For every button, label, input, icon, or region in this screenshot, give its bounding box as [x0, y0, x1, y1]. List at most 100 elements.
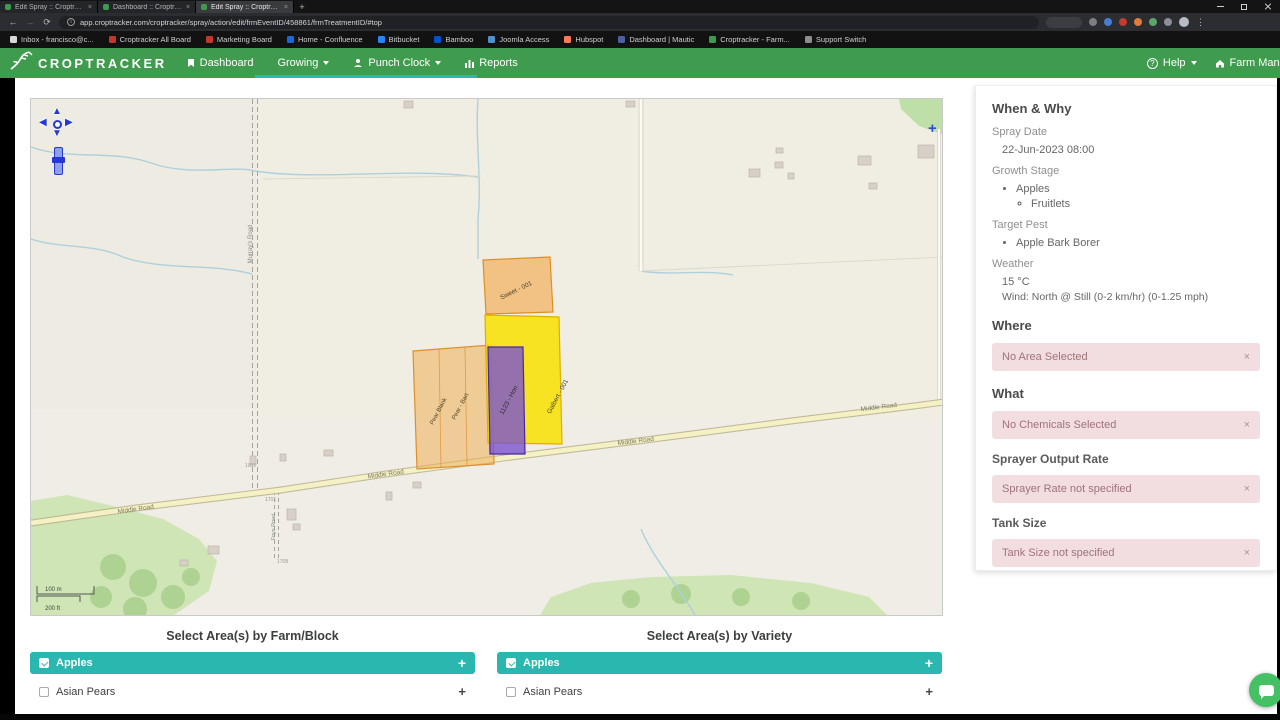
expand-icon[interactable]: + — [925, 684, 933, 699]
svg-text:1701: 1701 — [265, 497, 276, 503]
bookmark-item[interactable]: Croptracker All Board — [108, 35, 191, 44]
tab-close-icon[interactable]: × — [88, 4, 92, 11]
expand-icon[interactable]: + — [925, 655, 933, 671]
alert-text: Sprayer Rate not specified — [1002, 483, 1132, 495]
nav-farm-management[interactable]: Farm Manage — [1215, 57, 1280, 69]
expand-icon[interactable]: + — [458, 684, 466, 699]
window-maximize-button[interactable] — [1232, 0, 1256, 13]
variety-apples-group[interactable]: Apples + — [497, 652, 942, 674]
svg-text:Foys Road: Foys Road — [271, 514, 277, 541]
bookmark-favicon-icon — [564, 36, 572, 43]
bookmark-item[interactable]: Marketing Board — [205, 35, 272, 44]
browser-tab-2[interactable]: Dashboard :: Croptracker × — [98, 1, 196, 13]
extension-icon[interactable] — [1089, 18, 1097, 26]
header-right: ? Help Farm Manage — [1146, 48, 1280, 78]
svg-text:1901: 1901 — [245, 463, 256, 469]
alert-close-icon[interactable]: × — [1244, 351, 1250, 363]
brand-name: CROPTRACKER — [38, 55, 167, 71]
wind-value: Wind: North @ Still (0-2 km/hr) (0-1.25 … — [1002, 291, 1209, 303]
chat-widget-button[interactable] — [1249, 673, 1280, 707]
extension-icon[interactable] — [1149, 18, 1157, 26]
farmland-area — [259, 99, 942, 419]
window-minimize-button[interactable] — [1208, 0, 1232, 13]
address-bar[interactable]: i app.croptracker.com/croptracker/spray/… — [59, 15, 1039, 29]
extension-icon[interactable] — [1164, 18, 1172, 26]
spray-date-label: Spray Date — [992, 126, 1048, 138]
farm-block-asian-pears-group[interactable]: Asian Pears + — [30, 681, 475, 702]
bookmark-item[interactable]: Home - Confluence — [286, 35, 363, 44]
tab-close-icon[interactable]: × — [284, 4, 288, 11]
farm-block-selector-title: Select Area(s) by Farm/Block — [166, 629, 339, 643]
bookmark-item[interactable]: Bamboo — [434, 35, 473, 44]
zoom-slider-handle[interactable] — [52, 157, 65, 163]
sprayer-rate-alert: Sprayer Rate not specified × — [992, 475, 1260, 503]
nav-label: Punch Clock — [368, 57, 431, 69]
pan-down-icon[interactable]: ▼ — [52, 128, 62, 139]
bookmark-favicon-icon — [108, 36, 116, 43]
asian-pears-checkbox[interactable] — [506, 686, 516, 697]
alert-close-icon[interactable]: × — [1244, 547, 1250, 559]
spray-area-map[interactable]: Sweet - 001 Galbert - 001 1123 - Hon Pea… — [30, 98, 943, 616]
bookmark-label: Bamboo — [445, 35, 474, 44]
nav-growing[interactable]: Growing — [277, 57, 330, 69]
bookmark-item[interactable]: Inbox - francisco@c... — [10, 35, 94, 44]
bookmark-label: Marketing Board — [216, 35, 272, 44]
pan-up-icon[interactable]: ▲ — [52, 106, 62, 117]
back-icon[interactable]: ← — [8, 17, 18, 27]
bookmark-favicon-icon — [205, 36, 213, 43]
extension-pill[interactable] — [1046, 16, 1082, 28]
site-info-icon[interactable]: i — [67, 18, 75, 26]
variety-asian-pears-group[interactable]: Asian Pears + — [497, 681, 942, 702]
nav-label: Growing — [277, 57, 319, 69]
when-why-title: When & Why — [992, 101, 1072, 116]
alert-close-icon[interactable]: × — [1244, 419, 1250, 431]
forward-icon[interactable]: → — [25, 17, 35, 27]
add-marker-icon[interactable]: + — [928, 120, 937, 137]
extension-icon[interactable] — [1119, 18, 1127, 26]
bookmark-item[interactable]: Hubspot — [564, 35, 603, 44]
growth-stage-label: Growth Stage — [992, 165, 1060, 177]
browser-menu-icon[interactable]: ⋮ — [1196, 17, 1205, 28]
bookmark-label: Dashboard | Mautic — [629, 35, 695, 44]
bookmark-label: Croptracker - Farm... — [720, 35, 790, 44]
asian-pears-checkbox[interactable] — [39, 686, 49, 697]
expand-icon[interactable]: + — [458, 655, 466, 671]
nav-dashboard[interactable]: Dashboard — [187, 57, 253, 69]
extension-icon[interactable] — [1104, 18, 1112, 26]
bookmark-item[interactable]: Bitbucket — [377, 35, 420, 44]
bookmark-item[interactable]: Support Switch — [804, 35, 867, 44]
field-polygon-pear[interactable] — [412, 344, 495, 470]
croptracker-logo-icon[interactable] — [8, 50, 34, 77]
help-icon: ? — [1146, 57, 1158, 69]
nav-reports[interactable]: Reports — [465, 57, 518, 69]
dashboard-icon — [187, 59, 194, 67]
pan-right-icon[interactable]: ▶ — [65, 117, 73, 128]
nav-label: Help — [1162, 57, 1186, 69]
svg-text:100 m: 100 m — [45, 587, 62, 593]
window-controls — [1208, 0, 1280, 13]
nav-punch-clock[interactable]: Punch Clock — [353, 57, 442, 69]
browser-tab-3-active[interactable]: Edit Spray :: Croptracker × — [196, 1, 294, 13]
bookmark-item[interactable]: Dashboard | Mautic — [618, 35, 694, 44]
bookmark-label: Support Switch — [815, 35, 867, 44]
browser-tab-1[interactable]: Edit Spray :: Croptracker × — [0, 1, 98, 13]
window-close-button[interactable] — [1256, 0, 1280, 13]
apples-checkbox[interactable] — [506, 658, 516, 668]
alert-close-icon[interactable]: × — [1244, 483, 1250, 495]
browser-tab-bar: Edit Spray :: Croptracker × Dashboard ::… — [0, 0, 1280, 13]
browser-toolbar: ← → ⟳ i app.croptracker.com/croptracker/… — [0, 13, 1280, 31]
new-tab-button[interactable]: + — [294, 1, 310, 13]
bookmark-item[interactable]: Joomla Access — [488, 35, 549, 44]
nav-help[interactable]: ? Help — [1146, 57, 1197, 69]
farm-block-apples-group[interactable]: Apples + — [30, 652, 475, 674]
reload-icon[interactable]: ⟳ — [42, 17, 52, 28]
bookmark-item[interactable]: Croptracker - Farm... — [709, 35, 790, 44]
tab-close-icon[interactable]: × — [186, 4, 190, 11]
apples-checkbox[interactable] — [39, 658, 49, 668]
pan-left-icon[interactable]: ◀ — [39, 117, 47, 128]
pan-center-icon[interactable] — [53, 120, 62, 129]
bookmark-label: Bitbucket — [388, 35, 420, 44]
bookmark-label: Hubspot — [575, 35, 604, 44]
extension-icon[interactable] — [1134, 18, 1142, 26]
profile-avatar[interactable] — [1179, 17, 1189, 27]
